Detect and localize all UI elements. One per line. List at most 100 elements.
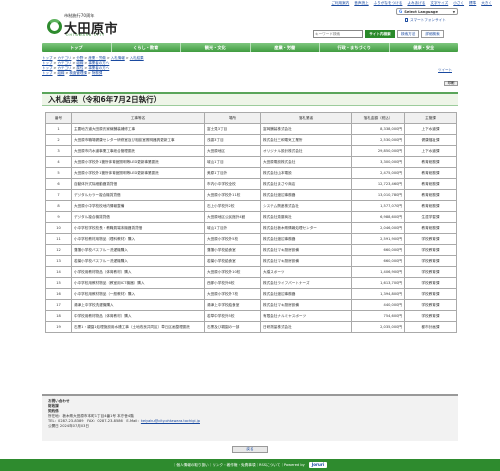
search-input[interactable] (313, 30, 363, 38)
cell-work-name: 自動体外式除細動器賃貸借 (71, 178, 205, 190)
cell-amount: 3,300,000円 (351, 156, 405, 168)
utility-bar: ご利用案内 音声読上 ふりがなをつける よみあげる 文字サイズ 小さく 標準 大… (0, 0, 500, 7)
cell-location: 城山1丁目外 (204, 222, 261, 234)
cell-number: 19 (45, 321, 72, 333)
cell-location: 藩藩小学校給食室 (204, 244, 261, 256)
header-amount: 落札金額（税込） (351, 112, 405, 124)
tweet-link[interactable]: ツイート (438, 68, 452, 73)
breadcrumb-link[interactable]: 事業者の方へ (88, 66, 109, 70)
breadcrumb-link[interactable]: 入札情報 (111, 56, 125, 60)
cell-winner: 株式会社ライフパートナーズ (260, 277, 352, 289)
breadcrumb-link[interactable]: 組織 (57, 71, 64, 75)
cell-department: 上下水道課 (404, 145, 457, 157)
breadcrumb-link[interactable]: カテゴリ (57, 66, 71, 70)
cell-department: 教育総務課 (404, 200, 457, 212)
joruri-logo[interactable]: Joruri (308, 462, 328, 468)
cell-department: 学校教育課 (404, 233, 457, 245)
breadcrumb-link[interactable]: 入札結果 (130, 56, 144, 60)
cell-department: 学校教育課 (404, 255, 457, 267)
table-row: 5 大田原小学校外1箇所体育館照明等LED更新事業委託 美原1丁目外 株式会社山本電設… (45, 167, 457, 179)
cell-winner: 大橋スポーツ (260, 266, 352, 278)
smartphone-site-label: スマートフォンサイト (410, 18, 446, 22)
header-winner: 落札業者 (260, 112, 352, 124)
cell-winner: 株式会社まさや商店 (260, 178, 352, 190)
breadcrumb-link[interactable]: 検査管理課 (69, 71, 87, 75)
footer-links[interactable]: ｜個人情報の取り扱い｜リンク・著作権・免責事項｜RSSについて｜Powered … (173, 463, 305, 468)
cell-location: 西那小学校外6校 (204, 277, 261, 289)
cell-location: 石上小学校外2校 (204, 200, 261, 212)
breadcrumb-link[interactable]: トップ (42, 66, 53, 70)
breadcrumb-link[interactable]: 属性 (76, 66, 83, 70)
table-row: 10 小中学校学校校長・教職員端末機器賃貸借 城山1丁目外 株式会社栃木県情報処理セン… (45, 222, 457, 234)
breadcrumb-link[interactable]: トップ (42, 61, 53, 65)
language-select[interactable]: G Select Language ▼ (396, 8, 458, 15)
cell-number: 5 (45, 167, 72, 179)
cell-winner: オリジナル設計株式会社 (260, 145, 352, 157)
smartphone-site-link[interactable]: スマートフォンサイト (405, 18, 446, 23)
breadcrumb-link[interactable]: トップ (42, 56, 53, 60)
cell-amount: 440,000円 (351, 299, 405, 311)
contact-email-link[interactable]: keiyaku@city.ohtawara.tochigi.jp (141, 419, 200, 423)
table-row: 15 小中学校用教材物品（教室用ICT機器）購入 西那小学校外6校 株式会社ライフパー… (45, 277, 457, 289)
table-row: 1 主要地方道大田原氏家線舗装補修工事 富士見3丁目 富岡舗装株式会社 8,338,00… (45, 123, 457, 135)
cell-department: 学校教育課 (404, 266, 457, 278)
font-normal-link[interactable]: 標準 (469, 1, 476, 6)
nav-living-education[interactable]: くらし・教育 (112, 43, 181, 52)
cell-department: 教育総務課 (404, 167, 457, 179)
usage-guide-link[interactable]: ご利用案内 (331, 1, 349, 6)
cell-department: 学校教育課 (404, 299, 457, 311)
breadcrumb-link[interactable]: カテゴリ (57, 61, 71, 65)
cell-department: 教育総務課 (404, 156, 457, 168)
cell-number: 10 (45, 222, 72, 234)
cell-location: 大田原小学校外11校 (204, 189, 261, 201)
cell-work-name: 大田原小中学校校地内情報整備 (71, 200, 205, 212)
cell-department: 学校教育課 (404, 277, 457, 289)
back-button[interactable]: 戻る (232, 446, 268, 453)
advanced-search-button[interactable]: 詳細検索 (421, 30, 444, 38)
city-emblem-icon (47, 19, 62, 34)
cell-number: 12 (45, 244, 72, 256)
cell-winner: 株式会社渡辺事務器 (260, 233, 352, 245)
cell-department: 教育総務課 (404, 189, 457, 201)
search-howto-button[interactable]: 検索方法 (397, 30, 420, 38)
cell-number: 1 (45, 123, 72, 135)
cell-location: 美原1丁目外 (204, 167, 261, 179)
nav-administration[interactable]: 行政・まちづくり (320, 43, 390, 52)
nav-industry-labor[interactable]: 産業・労働 (251, 43, 320, 52)
cell-number: 11 (45, 233, 72, 245)
table-row: 9 デジタル複合機賃貸借 大田原地区公民館外4館 株式会社斎藤商社 6,988,600円… (45, 211, 457, 223)
font-small-link[interactable]: 小さく (453, 1, 464, 6)
cell-amount: 1,406,900円 (351, 266, 405, 278)
cell-work-name: 大田原市職場健康センター研修室及び相談室照明器具更新工事 (71, 134, 205, 146)
nav-top[interactable]: トップ (42, 43, 112, 52)
city-logo[interactable]: 市制施行70周年 大田原市 OHTAWARA CITY (47, 13, 127, 39)
table-row: 2 大田原市職場健康センター研修室及び相談室照明器具更新工事 浅香3丁目 株式会社三和… (45, 134, 457, 146)
font-large-link[interactable]: 大きく (481, 1, 492, 6)
nav-tourism-culture[interactable]: 観光・文化 (181, 43, 251, 52)
site-search-button[interactable]: サイト内検索 (365, 30, 395, 38)
cell-department: 都市計画課 (404, 321, 457, 333)
cell-department: 生涯学習課 (404, 211, 457, 223)
site-header: 市制施行70周年 大田原市 OHTAWARA CITY G Select Lan… (0, 7, 500, 41)
voice-reading-link[interactable]: 音声読上 (354, 1, 368, 6)
cell-number: 14 (45, 266, 72, 278)
print-button[interactable]: 印刷 (444, 81, 458, 86)
breadcrumb-line: トップ>組織>検査管理課>財務課 (42, 71, 103, 75)
cell-number: 9 (45, 211, 72, 223)
breadcrumb-link[interactable]: 分野 (76, 56, 83, 60)
nav-health-safety[interactable]: 健康・安全 (390, 43, 459, 52)
cell-work-name: 小中学校教材用物品（理科教材）購入 (71, 233, 205, 245)
breadcrumb-link[interactable]: 財務課 (92, 71, 103, 75)
breadcrumb-link[interactable]: カテゴリ (57, 56, 71, 60)
furigana-link[interactable]: ふりがなをつける (374, 1, 403, 6)
cell-department: 教育総務課 (404, 222, 457, 234)
breadcrumb-link[interactable]: トップ (42, 71, 53, 75)
cell-number: 13 (45, 255, 72, 267)
breadcrumb-link[interactable]: 産業・労働 (88, 56, 106, 60)
read-aloud-link[interactable]: よみあげる (407, 1, 425, 6)
breadcrumb-link[interactable]: 組織 (76, 61, 83, 65)
search-area: サイト内検索 検索方法 詳細検索 (313, 30, 444, 38)
cell-winner: 株式会社マキ厨房設備 (260, 299, 352, 311)
breadcrumb-link[interactable]: 事業者の方へ (88, 61, 109, 65)
header-work-name: 工事等名 (71, 112, 205, 124)
